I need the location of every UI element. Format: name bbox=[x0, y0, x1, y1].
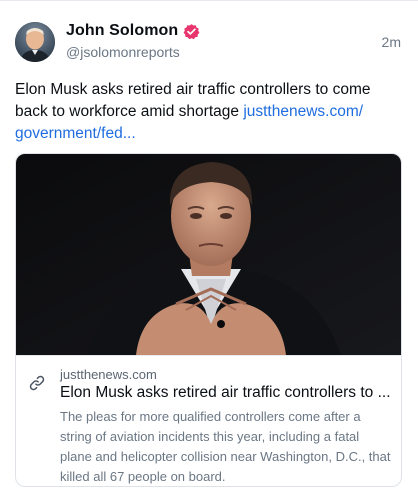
author-name-row: John Solomon bbox=[66, 22, 200, 40]
card-title: Elon Musk asks retired air traffic contr… bbox=[60, 384, 391, 401]
card-meta: justthenews.com Elon Musk asks retired a… bbox=[16, 355, 401, 486]
card-image bbox=[16, 154, 401, 355]
verified-badge-icon bbox=[183, 23, 200, 39]
author-display-name[interactable]: John Solomon bbox=[66, 22, 178, 40]
link-card[interactable]: justthenews.com Elon Musk asks retired a… bbox=[15, 153, 402, 487]
card-domain: justthenews.com bbox=[60, 367, 157, 382]
link-icon bbox=[29, 375, 45, 391]
author-handle[interactable]: @jsolomonreports bbox=[66, 44, 180, 60]
post[interactable]: John Solomon @jsolomonreports 2m Elon Mu… bbox=[0, 0, 418, 500]
avatar[interactable] bbox=[15, 22, 55, 62]
card-description: The pleas for more qualified controllers… bbox=[60, 409, 391, 484]
user-avatar-icon bbox=[15, 22, 55, 62]
post-timestamp[interactable]: 2m bbox=[382, 34, 401, 50]
post-text: Elon Musk asks retired air traffic contr… bbox=[15, 79, 405, 145]
